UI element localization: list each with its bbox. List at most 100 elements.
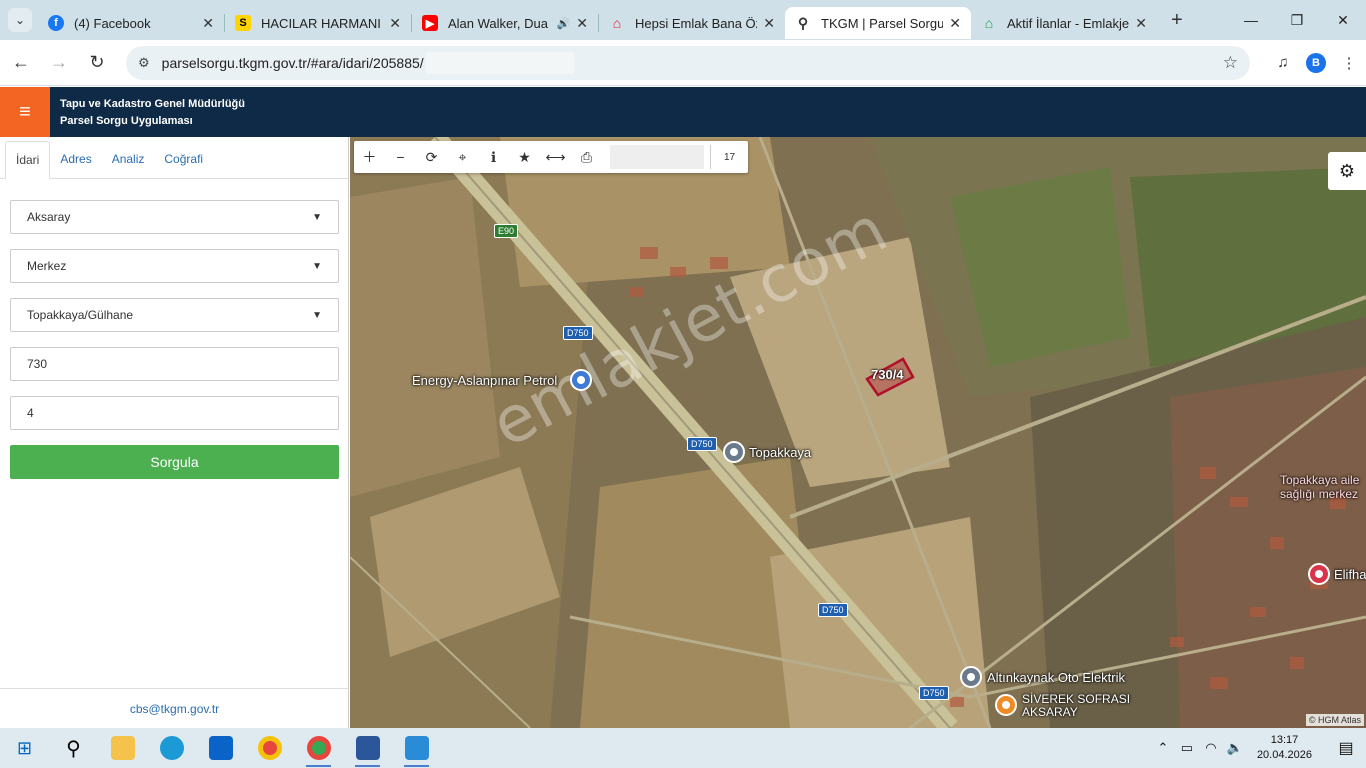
- chrome-profile-icon[interactable]: [294, 728, 343, 768]
- chevron-down-icon: ▼: [312, 260, 322, 272]
- road-shield: E90: [494, 224, 519, 238]
- neighborhood-value: Topakkaya/Gülhane: [27, 308, 134, 322]
- tab-cografi[interactable]: Coğrafi: [154, 140, 213, 178]
- parcel-label: 730/4: [871, 367, 904, 382]
- refresh-icon[interactable]: ⟳: [416, 141, 447, 173]
- windows-taskbar: ⊞ ⚲ ⌃ ▭ ◠ 🔈 13:17 20.04.2026 ▤: [0, 728, 1366, 768]
- media-control-icon[interactable]: ♫: [1268, 54, 1298, 71]
- restore-icon[interactable]: ❐: [1274, 0, 1320, 40]
- battery-icon[interactable]: ▭: [1175, 740, 1199, 756]
- close-window-icon[interactable]: ✕: [1320, 0, 1366, 40]
- profile-avatar[interactable]: B: [1306, 52, 1326, 73]
- close-tab-icon[interactable]: ✕: [576, 15, 588, 32]
- measure-icon[interactable]: ⟷: [540, 141, 571, 173]
- app-header: ≡ Tapu ve Kadastro Genel Müdürlüğü Parse…: [0, 87, 1366, 137]
- chrome-icon[interactable]: [245, 728, 294, 768]
- app-title: Tapu ve Kadastro Genel Müdürlüğü Parsel …: [60, 96, 245, 130]
- reload-icon[interactable]: ↻: [80, 46, 114, 80]
- site-info-icon[interactable]: ⚙: [138, 55, 150, 71]
- zoom-in-icon[interactable]: ＋: [354, 141, 385, 173]
- clock[interactable]: 13:17 20.04.2026: [1257, 733, 1312, 763]
- tab-hepsiemlak[interactable]: ⌂ Hepsi Emlak Bana Öz ✕: [599, 7, 785, 39]
- edge-icon[interactable]: [147, 728, 196, 768]
- coordinate-box: [610, 145, 704, 169]
- outlook-icon[interactable]: [196, 728, 245, 768]
- place-pin-icon[interactable]: [960, 666, 982, 688]
- clock-time: 13:17: [1270, 734, 1299, 746]
- zoom-out-icon[interactable]: −: [385, 141, 416, 173]
- place-label-village: Topakkaya: [749, 445, 812, 460]
- tab-emlakjet[interactable]: ⌂ Aktif İlanlar - Emlakje ✕: [971, 7, 1157, 39]
- speaker-icon[interactable]: 🔊: [557, 17, 571, 30]
- windows-start-icon[interactable]: ⊞: [0, 728, 49, 768]
- close-tab-icon[interactable]: ✕: [949, 15, 961, 32]
- parcel-value: 4: [27, 406, 34, 420]
- fuel-station-icon[interactable]: [570, 369, 592, 391]
- tab-idari[interactable]: İdari: [5, 141, 51, 179]
- menu-dots-icon[interactable]: ⋮: [1334, 54, 1364, 72]
- app-title-line1: Tapu ve Kadastro Genel Müdürlüğü: [60, 98, 245, 110]
- province-select[interactable]: Aksaray ▼: [10, 200, 339, 234]
- minimize-icon[interactable]: —: [1228, 0, 1274, 40]
- url-text: parselsorgu.tkgm.gov.tr/#ara/idari/20588…: [161, 54, 424, 71]
- file-explorer-icon[interactable]: [98, 728, 147, 768]
- tab-search-button[interactable]: ⌄: [8, 8, 32, 32]
- tab-adres[interactable]: Adres: [50, 140, 101, 178]
- info-icon[interactable]: ℹ: [478, 141, 509, 173]
- forward-icon[interactable]: →: [42, 46, 76, 80]
- place-pin-icon[interactable]: [723, 441, 745, 463]
- place-label-sofrasi: SİVEREK SOFRASI AKSARAY: [1022, 692, 1131, 719]
- tab-sahibinden[interactable]: S HACILAR HARMANI ✕: [225, 7, 411, 39]
- parcel-input[interactable]: 4: [10, 396, 339, 430]
- notification-icon[interactable]: ▤: [1326, 738, 1366, 758]
- location-pin-icon: ⚲: [797, 14, 809, 31]
- back-icon[interactable]: ←: [4, 46, 38, 80]
- photos-icon[interactable]: [392, 728, 441, 768]
- close-tab-icon[interactable]: ✕: [389, 15, 401, 32]
- hamburger-menu-icon[interactable]: ≡: [0, 87, 50, 137]
- youtube-icon: ▶: [422, 15, 438, 31]
- close-tab-icon[interactable]: ✕: [1135, 15, 1147, 32]
- new-tab-button[interactable]: +: [1171, 9, 1183, 32]
- tab-analiz[interactable]: Analiz: [102, 140, 155, 178]
- place-label-petrol: Energy-Aslanpınar Petrol: [412, 373, 558, 388]
- tab-facebook[interactable]: f (4) Facebook ✕: [38, 7, 224, 39]
- close-tab-icon[interactable]: ✕: [202, 15, 214, 32]
- restaurant-icon[interactable]: [995, 694, 1017, 716]
- query-button[interactable]: Sorgula: [10, 445, 339, 479]
- emlakjet-icon: ⌂: [984, 15, 994, 31]
- place-label-elif: Elifha: [1334, 567, 1366, 582]
- map-view[interactable]: emlakjet.com E90 D750 D750 D750 D750 Ene…: [350, 137, 1366, 728]
- place-label-elektrik: Altınkaynak Oto Elektrik: [987, 670, 1125, 685]
- query-form: Aksaray ▼ Merkez ▼ Topakkaya/Gülhane ▼ 7…: [0, 179, 348, 479]
- favorite-star-icon[interactable]: ★: [509, 141, 540, 173]
- settings-gear-icon[interactable]: ⚙: [1328, 152, 1366, 190]
- district-select[interactable]: Merkez ▼: [10, 249, 339, 283]
- tab-title: HACILAR HARMANI: [261, 15, 381, 31]
- tab-youtube[interactable]: ▶ Alan Walker, Dua 🔊 ✕: [412, 7, 598, 39]
- zoom-level: 17: [710, 145, 748, 169]
- url-input[interactable]: ⚙ parselsorgu.tkgm.gov.tr/#ara/idari/205…: [126, 45, 1250, 80]
- volume-icon[interactable]: 🔈: [1223, 740, 1247, 756]
- tab-title: TKGM | Parsel Sorgu: [821, 15, 944, 31]
- word-icon[interactable]: [343, 728, 392, 768]
- system-tray: ⌃ ▭ ◠ 🔈 13:17 20.04.2026 ▤: [1151, 733, 1366, 763]
- app-title-line2: Parsel Sorgu Uygulaması: [60, 115, 193, 127]
- chevron-up-icon[interactable]: ⌃: [1151, 740, 1175, 756]
- wifi-icon[interactable]: ◠: [1199, 740, 1223, 756]
- road-shield: D750: [919, 686, 949, 700]
- locate-icon[interactable]: ⌖: [447, 141, 478, 173]
- contact-email-link[interactable]: cbs@tkgm.gov.tr: [0, 688, 349, 728]
- block-input[interactable]: 730: [10, 347, 339, 381]
- tab-tkgm[interactable]: ⚲ TKGM | Parsel Sorgu ✕: [785, 7, 971, 39]
- hospital-icon[interactable]: [1308, 563, 1330, 585]
- search-icon[interactable]: ⚲: [49, 728, 98, 768]
- district-value: Merkez: [27, 259, 67, 273]
- road-shield: D750: [818, 603, 848, 617]
- address-bar: ← → ↻ ⚙ parselsorgu.tkgm.gov.tr/#ara/ida…: [0, 40, 1366, 86]
- bookmark-star-icon[interactable]: ☆: [1223, 53, 1238, 73]
- close-tab-icon[interactable]: ✕: [763, 15, 775, 32]
- neighborhood-select[interactable]: Topakkaya/Gülhane ▼: [10, 298, 339, 332]
- tab-title: Hepsi Emlak Bana Öz: [635, 15, 758, 31]
- print-icon[interactable]: ⎙: [571, 141, 602, 173]
